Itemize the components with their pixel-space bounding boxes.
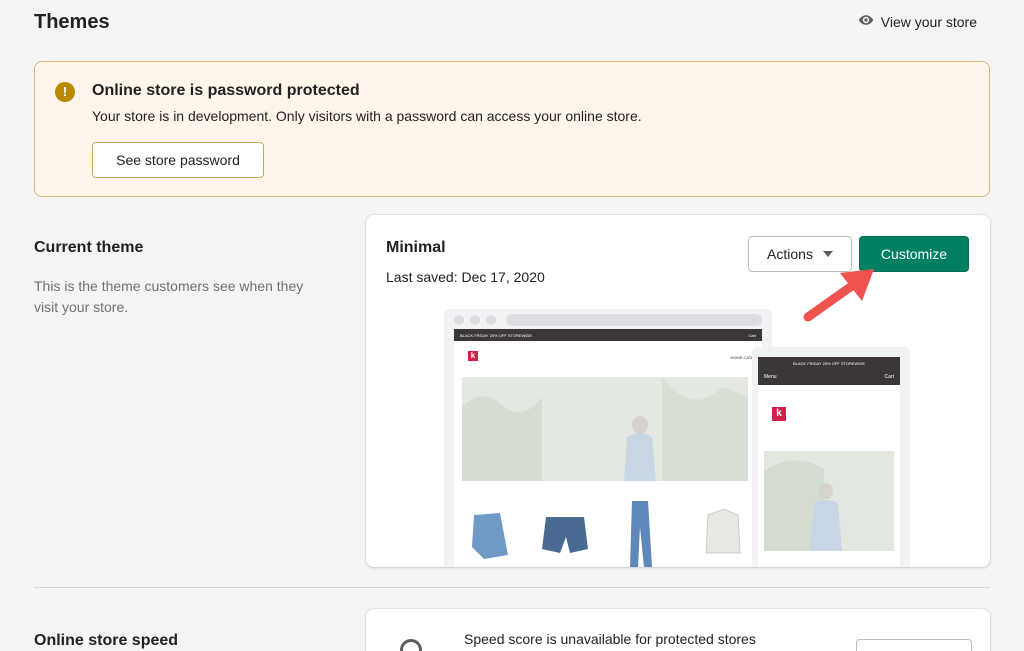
banner-text: Your store is in development. Only visit…: [92, 108, 642, 124]
desktop-cart-text: Cart: [748, 333, 756, 338]
mobile-hero-image: [764, 451, 894, 551]
mobile-menu-text: Menu: [764, 374, 777, 380]
current-theme-heading: Current theme: [34, 239, 144, 256]
mobile-cart-text: Cart: [884, 374, 894, 380]
desktop-announcement-text: BLACK FRIDAY 25% OFF STOREWIDE: [460, 333, 533, 338]
desktop-announcement-bar: BLACK FRIDAY 25% OFF STOREWIDE Cart: [454, 329, 762, 341]
store-logo: k: [468, 351, 478, 361]
password-banner: ! Online store is password protected You…: [34, 61, 990, 197]
see-store-password-button[interactable]: See store password: [92, 142, 264, 178]
browser-dots: [454, 315, 496, 325]
speed-unavailable-text: Speed score is unavailable for protected…: [464, 631, 756, 647]
mobile-preview-nav: Menu Cart: [758, 371, 900, 385]
desktop-preview-nav: k HOME CATALOG: [454, 341, 762, 377]
mobile-store-logo: k: [772, 407, 786, 421]
mobile-theme-preview: BLACK FRIDAY 25% OFF STOREWIDE Menu Cart…: [752, 347, 910, 567]
caret-down-icon: [822, 251, 833, 257]
mobile-announcement-bar: BLACK FRIDAY 25% OFF STOREWIDE: [758, 357, 900, 371]
desktop-theme-preview: BLACK FRIDAY 25% OFF STOREWIDE Cart k HO…: [444, 309, 772, 567]
current-theme-card: Minimal Last saved: Dec 17, 2020 Actions…: [366, 215, 990, 567]
desktop-product-grid: [462, 497, 748, 567]
actions-label: Actions: [767, 246, 813, 262]
desktop-preview-screen: BLACK FRIDAY 25% OFF STOREWIDE Cart k HO…: [454, 329, 762, 567]
online-store-speed-heading: Online store speed: [34, 632, 179, 649]
speed-card: Speed score is unavailable for protected…: [366, 609, 990, 651]
view-store-label: View your store: [880, 13, 977, 30]
banner-title: Online store is password protected: [92, 82, 360, 99]
current-theme-description: This is the theme customers see when the…: [34, 278, 304, 315]
page-title: Themes: [34, 11, 110, 33]
theme-name: Minimal: [386, 239, 446, 256]
speed-gauge-icon: [400, 639, 422, 651]
view-store-link[interactable]: View your store: [858, 12, 977, 31]
alert-circle-icon: !: [55, 82, 75, 102]
pointer-arrow-icon: [803, 269, 874, 322]
section-divider: [34, 587, 990, 588]
theme-last-saved: Last saved: Dec 17, 2020: [386, 269, 545, 285]
speed-action-button[interactable]: [856, 639, 972, 651]
browser-url-bar: [506, 314, 762, 326]
mobile-preview-screen: BLACK FRIDAY 25% OFF STOREWIDE Menu Cart…: [758, 357, 900, 567]
eye-icon: [858, 12, 874, 31]
desktop-hero-image: [462, 377, 748, 481]
